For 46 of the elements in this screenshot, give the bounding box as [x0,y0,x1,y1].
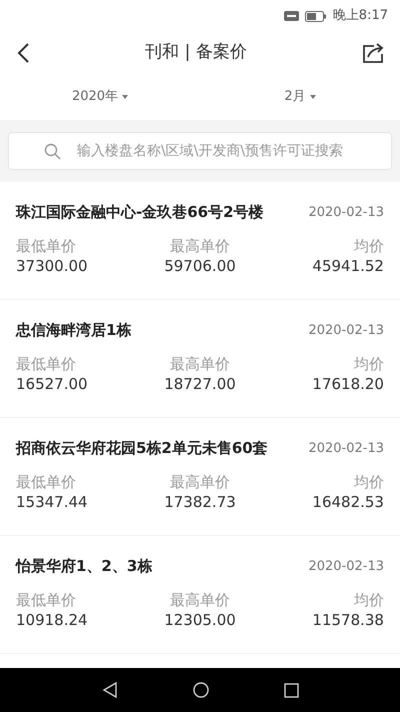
caret-icon [122,95,128,99]
price-label: 最低单价 [16,472,76,492]
price-value: 11578.38 [312,610,384,630]
price-label: 最高单价 [170,354,230,374]
building-name: 怡景华府1、2、3栋 [16,556,152,577]
price-label: 最高单价 [170,472,230,492]
price-value: 15347.44 [16,492,88,512]
price-value: 16482.53 [312,492,384,512]
building-name: 珠江国际金融中心-金玖巷66号2号楼 [16,202,264,223]
price-value: 37300.00 [16,256,88,276]
search-field[interactable]: 输入楼盘名称\区域\开发商\预售许可证搜索 [8,132,392,170]
price-label: 最高单价 [170,590,230,610]
record-date: 2020-02-13 [308,204,384,222]
price-label: 最低单价 [16,354,76,374]
price-label: 均价 [354,354,384,374]
record-date: 2020-02-13 [308,440,384,458]
back-icon[interactable] [16,43,30,63]
price-label: 均价 [354,236,384,256]
recent-apps-icon[interactable] [284,682,298,698]
price-value: 17618.20 [312,374,384,394]
price-label: 均价 [354,590,384,610]
page-title: 刊和 | 备案价 [145,41,247,64]
price-label: 最低单价 [16,236,76,256]
hd-icon [284,11,299,21]
filter-dropdown[interactable]: 2月 [200,87,400,107]
home-icon[interactable] [192,682,208,698]
price-value: 16527.00 [16,374,88,394]
price-value: 17382.73 [164,492,236,512]
price-label: 最低单价 [16,590,76,610]
filter-dropdown[interactable]: 2020年 [0,87,200,107]
price-value: 18727.00 [164,374,236,394]
caret-icon [310,95,316,99]
battery-icon [304,10,327,22]
clock: 晚上8:17 [332,7,388,26]
price-value: 10918.24 [16,610,88,630]
building-name: 忠信海畔湾居1栋 [16,320,132,341]
price-label: 均价 [354,472,384,492]
search-icon [44,143,61,160]
share-icon[interactable] [362,43,384,63]
price-value: 12305.00 [164,610,236,630]
building-name: 招商依云华府花园5栋2单元未售60套 [16,438,268,459]
price-label: 最高单价 [170,236,230,256]
price-value: 59706.00 [164,256,236,276]
record-date: 2020-02-13 [308,322,384,340]
record-date: 2020-02-13 [308,558,384,576]
price-value: 45941.52 [312,256,384,276]
